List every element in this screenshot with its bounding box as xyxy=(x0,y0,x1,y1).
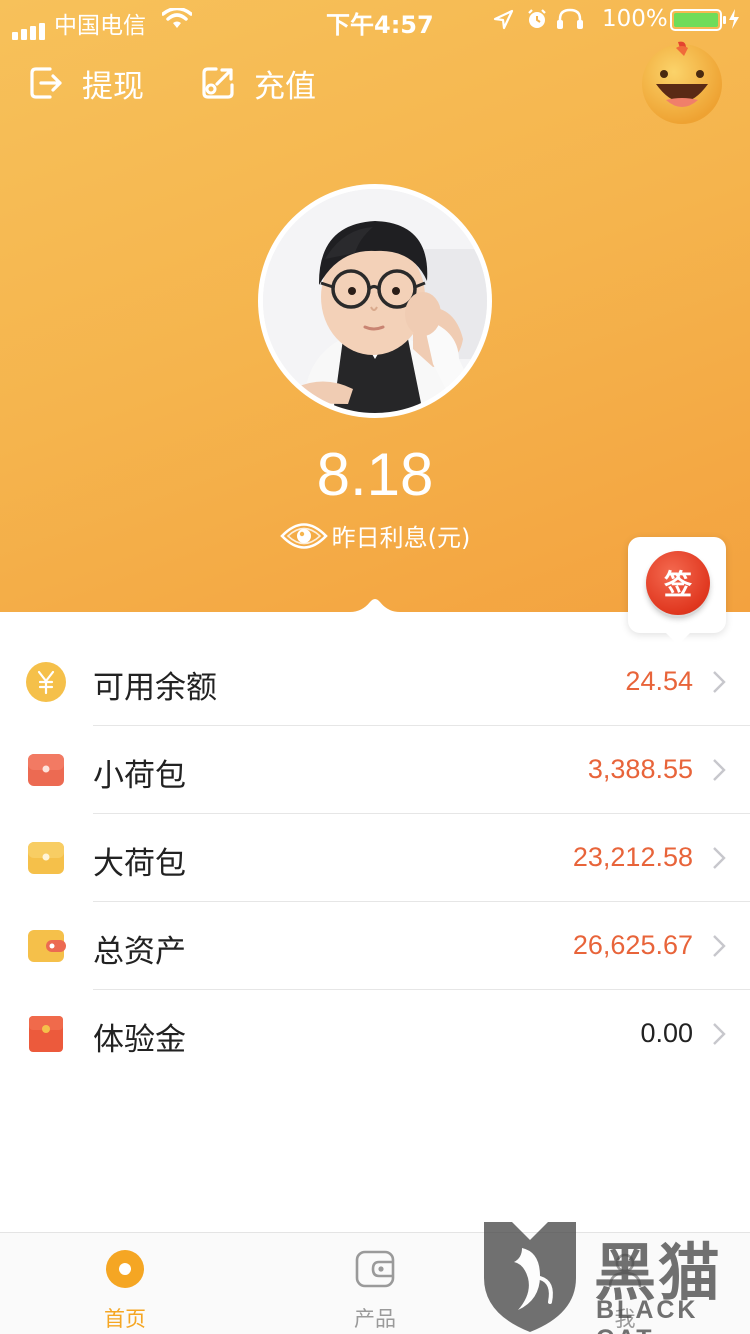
yesterday-interest-label: 昨日利息(元) xyxy=(331,524,471,552)
clock: 下午4:57 xyxy=(326,11,434,39)
tab-home[interactable]: 首页 xyxy=(0,1233,250,1334)
headphones-icon xyxy=(557,8,583,29)
account-row-available-balance[interactable]: 可用余额 24.54 xyxy=(0,638,750,726)
home-icon xyxy=(106,1250,144,1288)
wifi-icon xyxy=(162,8,192,28)
small-purse-icon xyxy=(28,754,64,786)
location-icon xyxy=(493,9,514,30)
charging-icon xyxy=(729,9,739,29)
black-cat-watermark: 黑猫 BLACK CAT xyxy=(478,1218,750,1334)
signal-icon xyxy=(12,12,48,40)
eye-icon[interactable] xyxy=(279,519,328,553)
sign-in-label: 签 xyxy=(663,568,692,601)
tab-products[interactable]: 产品 xyxy=(250,1233,500,1334)
recharge-icon xyxy=(202,67,234,99)
yuan-coin-icon xyxy=(26,662,66,702)
account-label: 小荷包 xyxy=(93,758,186,794)
avatar[interactable] xyxy=(258,184,492,418)
account-label: 大荷包 xyxy=(93,846,186,882)
account-label: 体验金 xyxy=(93,1022,186,1058)
account-label: 可用余额 xyxy=(93,670,217,706)
recharge-button[interactable]: 充值 xyxy=(200,60,316,106)
battery-percent: 100% xyxy=(602,6,668,32)
status-bar: 中国电信 下午4:57 100% xyxy=(0,0,750,40)
yesterday-interest-value: 8.18 xyxy=(316,441,434,508)
account-list: 可用余额 24.54 小荷包 3,388.55 大荷包 23,212.58 总资… xyxy=(0,638,750,1078)
wallet-icon xyxy=(28,930,66,962)
battery-icon xyxy=(670,9,726,31)
sign-in-card[interactable]: 签 xyxy=(628,537,726,645)
account-row-small-purse[interactable]: 小荷包 3,388.55 xyxy=(0,726,750,814)
withdraw-icon xyxy=(30,67,62,99)
chevron-right-icon xyxy=(713,1023,726,1045)
avatar-photo xyxy=(263,189,487,413)
status-icons xyxy=(493,8,583,30)
account-label: 总资产 xyxy=(93,934,186,970)
alarm-icon xyxy=(528,9,546,28)
products-icon xyxy=(355,1250,395,1288)
account-row-total-assets[interactable]: 总资产 26,625.67 xyxy=(0,902,750,990)
account-value: 23,212.58 xyxy=(572,842,693,872)
mascot-icon[interactable] xyxy=(640,40,724,126)
recharge-label: 充值 xyxy=(254,68,316,105)
chevron-right-icon xyxy=(713,759,726,781)
account-row-big-purse[interactable]: 大荷包 23,212.58 xyxy=(0,814,750,902)
account-value: 26,625.67 xyxy=(572,930,693,960)
account-value: 24.54 xyxy=(625,666,693,696)
withdraw-label: 提现 xyxy=(82,68,144,105)
sign-in-button[interactable]: 签 xyxy=(646,551,710,615)
banner-notch xyxy=(350,599,400,620)
watermark-text-en: BLACK CAT xyxy=(596,1296,699,1334)
withdraw-button[interactable]: 提现 xyxy=(28,60,144,106)
account-value: 3,388.55 xyxy=(587,754,693,784)
carrier-name: 中国电信 xyxy=(54,13,146,39)
black-cat-logo-icon xyxy=(484,1222,576,1332)
trial-fund-icon xyxy=(29,1016,63,1052)
account-row-trial-fund[interactable]: 体验金 0.00 xyxy=(0,990,750,1078)
account-value: 0.00 xyxy=(640,1018,693,1048)
big-purse-icon xyxy=(28,842,64,874)
chevron-right-icon xyxy=(713,847,726,869)
tab-label: 首页 xyxy=(104,1307,146,1331)
tab-label: 产品 xyxy=(354,1307,396,1331)
chevron-right-icon xyxy=(713,671,726,693)
chevron-right-icon xyxy=(713,935,726,957)
